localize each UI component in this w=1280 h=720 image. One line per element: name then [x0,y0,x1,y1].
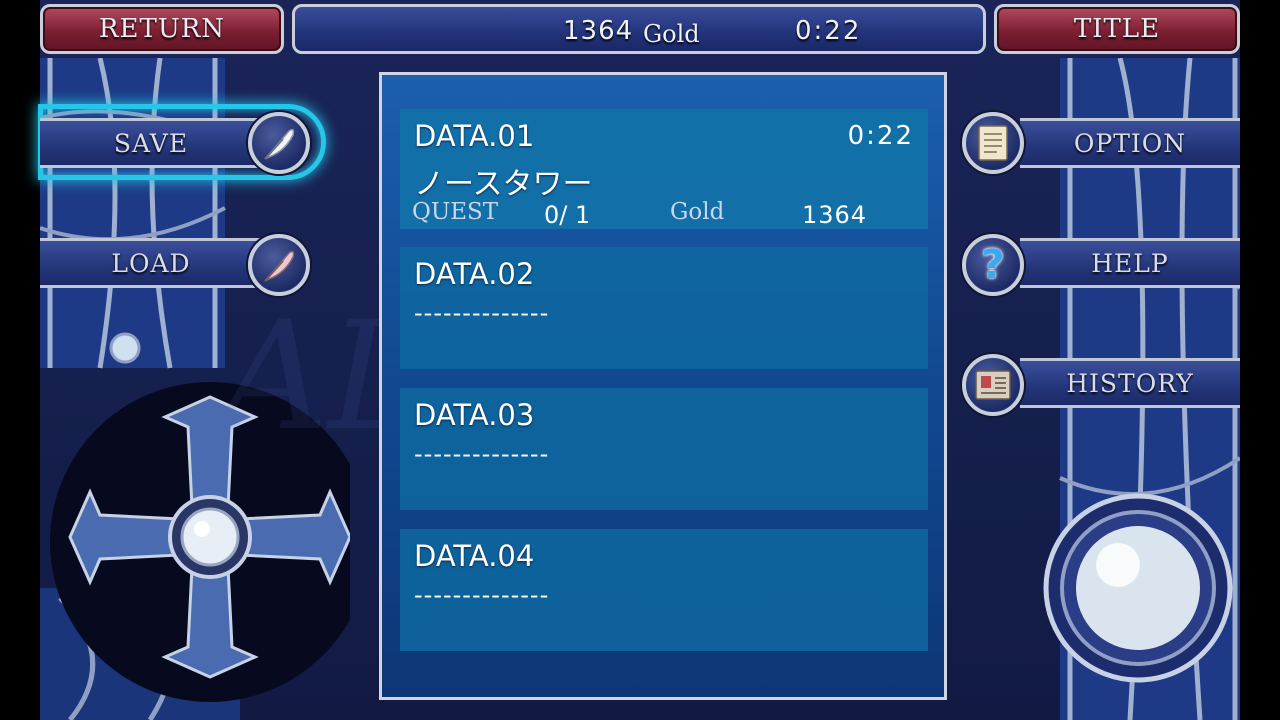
quest-label: QUEST [412,199,499,225]
save-button[interactable]: SAVE [40,118,262,168]
load-quill-icon[interactable] [248,234,310,296]
gold-amount: 1364 [563,16,634,46]
slot-label: DATA.04 [414,539,535,573]
load-label: LOAD [111,248,191,278]
slot-empty-indicator: -------------- [414,440,550,468]
option-button[interactable]: OPTION [1020,118,1240,168]
book-icon[interactable] [962,354,1024,416]
slot-gold-label: Gold [670,199,725,225]
load-button[interactable]: LOAD [40,238,262,288]
document-icon[interactable] [962,112,1024,174]
slot-location: ノースタワー [414,167,593,202]
save-slot-1[interactable]: DATA.01 0:22 ノースタワー QUEST 0/ 1 Gold 1364 [400,109,928,229]
return-button[interactable]: RETURN [40,4,284,54]
play-time: 0:22 [795,16,862,46]
history-label: HISTORY [1066,368,1194,398]
slot-empty-indicator: -------------- [414,299,550,327]
option-label: OPTION [1073,128,1187,158]
help-label: HELP [1091,248,1169,278]
gold-unit: Gold [643,20,700,48]
save-quill-icon[interactable] [248,112,310,174]
slot-time: 0:22 [847,121,914,151]
slot-label: DATA.02 [414,257,535,291]
quest-value: 0/ 1 [544,201,591,229]
save-slot-4[interactable]: DATA.04 -------------- [400,529,928,651]
help-button[interactable]: HELP [1020,238,1240,288]
history-button[interactable]: HISTORY [1020,358,1240,408]
status-bar: 1364 Gold 0:22 [292,4,986,54]
slot-label: DATA.03 [414,398,535,432]
save-data-panel: DATA.01 0:22 ノースタワー QUEST 0/ 1 Gold 1364… [379,72,947,700]
slot-label: DATA.01 [414,119,535,153]
slot-gold-value: 1364 [802,201,868,229]
slot-empty-indicator: -------------- [414,581,550,609]
title-button[interactable]: TITLE [994,4,1240,54]
pearl-orb [1043,493,1233,683]
save-label: SAVE [113,128,189,158]
save-slot-3[interactable]: DATA.03 -------------- [400,388,928,510]
question-mark-icon[interactable]: ? [962,234,1024,296]
save-slot-2[interactable]: DATA.02 -------------- [400,247,928,369]
